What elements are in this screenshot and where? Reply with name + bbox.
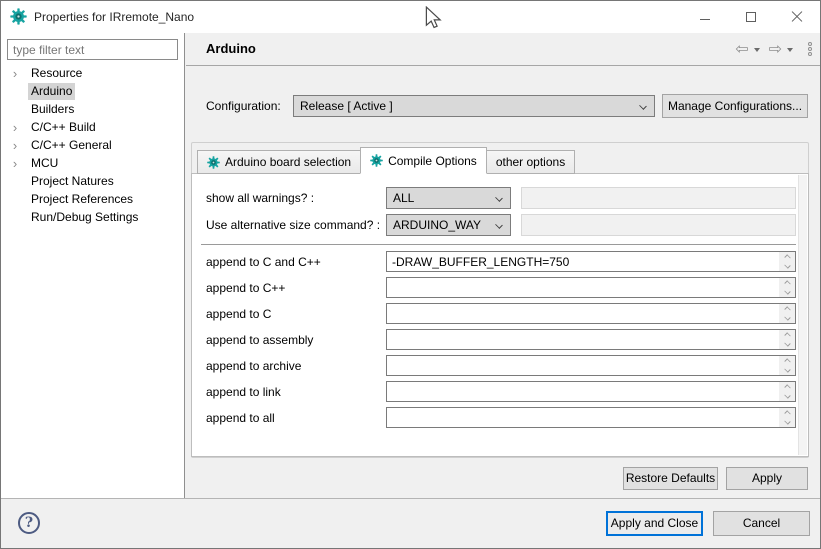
show-all-warnings-label: show all warnings? : xyxy=(206,187,314,209)
dialog-button-bar: ? Apply and Close Cancel xyxy=(1,498,820,549)
back-arrow-icon[interactable]: ⇦ xyxy=(735,41,748,57)
spinner-icon[interactable] xyxy=(779,408,795,427)
chevron-right-icon[interactable]: › xyxy=(9,137,21,154)
gear-icon xyxy=(370,154,383,167)
append-assembly-label: append to assembly xyxy=(206,329,313,351)
append-archive-label: append to archive xyxy=(206,355,301,377)
tab-compile-options[interactable]: Compile Options xyxy=(360,147,487,174)
page-title: Arduino xyxy=(206,33,256,65)
configuration-dropdown[interactable]: Release [ Active ] xyxy=(293,95,655,117)
forward-history-caret-icon[interactable] xyxy=(787,48,793,52)
back-history-caret-icon[interactable] xyxy=(754,48,760,52)
spinner-icon[interactable] xyxy=(779,330,795,349)
append-c-cpp-input[interactable] xyxy=(386,251,796,272)
append-link-input[interactable] xyxy=(386,381,796,402)
tab-bar: Arduino board selection Compile Options … xyxy=(197,147,574,174)
gear-icon xyxy=(207,156,220,169)
maximize-icon xyxy=(746,12,756,22)
spinner-icon[interactable] xyxy=(779,278,795,297)
append-cpp-label: append to C++ xyxy=(206,277,285,299)
sidebar: › Resource Arduino Builders › C/C++ Buil… xyxy=(1,33,185,498)
filter-input[interactable] xyxy=(7,39,178,60)
mouse-cursor-icon xyxy=(425,6,442,29)
show-all-warnings-extra-field xyxy=(521,187,796,209)
tab-other-options[interactable]: other options xyxy=(486,150,575,174)
append-c-label: append to C xyxy=(206,303,271,325)
close-button[interactable] xyxy=(774,1,820,32)
show-all-warnings-dropdown[interactable]: ALL xyxy=(386,187,511,209)
minimize-button[interactable] xyxy=(682,1,728,32)
restore-defaults-button[interactable]: Restore Defaults xyxy=(623,467,718,490)
sidebar-item-cpp-build[interactable]: › C/C++ Build xyxy=(1,119,184,137)
chevron-down-icon xyxy=(495,194,503,202)
append-c-input[interactable] xyxy=(386,303,796,324)
spinner-icon[interactable] xyxy=(779,252,795,271)
alt-size-command-dropdown[interactable]: ARDUINO_WAY xyxy=(386,214,511,236)
separator-line xyxy=(201,244,796,245)
append-cpp-input[interactable] xyxy=(386,277,796,298)
cancel-button[interactable]: Cancel xyxy=(713,511,810,536)
spinner-icon[interactable] xyxy=(779,356,795,375)
chevron-right-icon[interactable]: › xyxy=(9,65,21,82)
sidebar-item-arduino[interactable]: Arduino xyxy=(1,83,184,101)
sidebar-item-project-natures[interactable]: Project Natures xyxy=(1,173,184,191)
properties-tree: › Resource Arduino Builders › C/C++ Buil… xyxy=(1,65,184,227)
configuration-value: Release [ Active ] xyxy=(300,99,393,113)
chevron-right-icon[interactable]: › xyxy=(9,155,21,172)
app-gear-icon xyxy=(10,8,27,25)
chevron-right-icon[interactable]: › xyxy=(9,119,21,136)
tab-arduino-board-selection[interactable]: Arduino board selection xyxy=(197,150,361,174)
close-icon xyxy=(791,11,803,23)
vertical-scrollbar[interactable] xyxy=(798,175,807,455)
alt-size-command-extra-field xyxy=(521,214,796,236)
chevron-down-icon xyxy=(495,221,503,229)
minimize-icon xyxy=(700,19,710,20)
append-link-label: append to link xyxy=(206,381,281,403)
sidebar-item-resource[interactable]: › Resource xyxy=(1,65,184,83)
alt-size-command-label: Use alternative size command? : xyxy=(206,214,380,236)
sidebar-item-cpp-general[interactable]: › C/C++ General xyxy=(1,137,184,155)
sidebar-item-project-references[interactable]: Project References xyxy=(1,191,184,209)
append-archive-input[interactable] xyxy=(386,355,796,376)
spinner-icon[interactable] xyxy=(779,382,795,401)
maximize-button[interactable] xyxy=(728,1,774,32)
sidebar-item-builders[interactable]: Builders xyxy=(1,101,184,119)
apply-button[interactable]: Apply xyxy=(726,467,808,490)
apply-and-close-button[interactable]: Apply and Close xyxy=(606,511,703,536)
properties-dialog: Properties for IRremote_Nano › Resource … xyxy=(0,0,821,549)
manage-configurations-button[interactable]: Manage Configurations... xyxy=(662,94,808,118)
view-menu-icon[interactable] xyxy=(808,42,812,56)
sidebar-item-run-debug-settings[interactable]: Run/Debug Settings xyxy=(1,209,184,227)
spinner-icon[interactable] xyxy=(779,304,795,323)
sidebar-item-mcu[interactable]: › MCU xyxy=(1,155,184,173)
append-assembly-input[interactable] xyxy=(386,329,796,350)
append-c-cpp-label: append to C and C++ xyxy=(206,251,321,273)
chevron-down-icon xyxy=(639,102,647,110)
page-header: Arduino ⇦ ⇨ xyxy=(186,33,821,66)
window-title: Properties for IRremote_Nano xyxy=(34,1,194,33)
append-all-input[interactable] xyxy=(386,407,796,428)
help-icon[interactable]: ? xyxy=(18,512,40,534)
append-all-label: append to all xyxy=(206,407,275,429)
configuration-label: Configuration: xyxy=(206,95,281,117)
forward-arrow-icon[interactable]: ⇨ xyxy=(769,41,782,57)
titlebar: Properties for IRremote_Nano xyxy=(1,1,820,33)
